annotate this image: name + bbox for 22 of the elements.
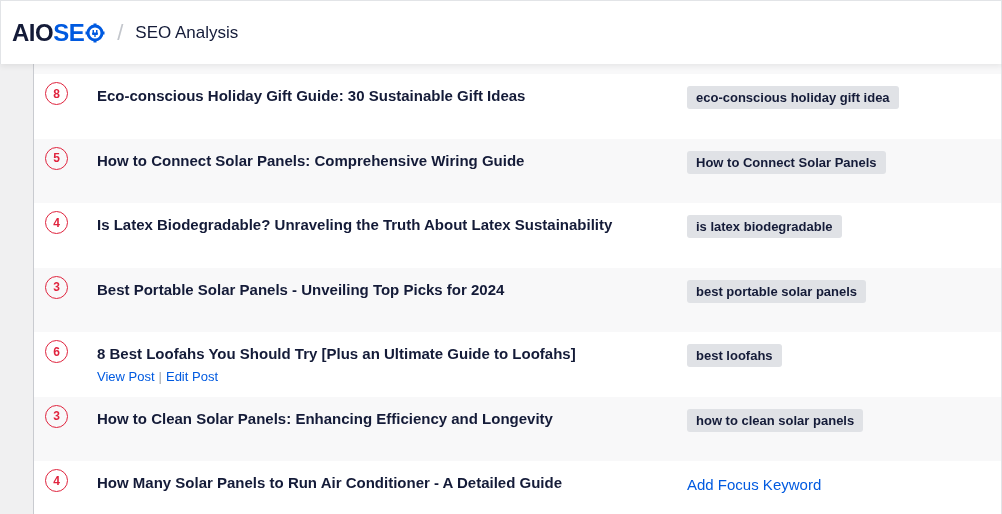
post-action-link[interactable]: View Post	[97, 369, 155, 384]
keyword-tag: how to clean solar panels	[687, 408, 864, 432]
post-title: Is Latex Biodegradable? Unraveling the Truth About Latex Sustainability	[97, 216, 613, 233]
add-keyword-link[interactable]: Add Focus Keyword	[687, 473, 822, 493]
keyword-tag: How to Connect Solar Panels	[687, 150, 886, 174]
keyword-tag: best loofahs	[687, 344, 782, 367]
post-title: Best Portable Solar Panels - Unveiling Top Picks for 2024	[97, 280, 505, 298]
post-title: How to Connect Solar Panels: Comprehensive Wiring Guide	[97, 151, 525, 169]
post-title: 8 Best Loofahs You Should Try [Plus an Ultimate Guide to Loofahs]	[97, 345, 576, 362]
action-separator: |	[158, 369, 162, 384]
logo-text: SE	[53, 18, 85, 47]
page-title: SEO Analysis	[135, 22, 239, 43]
keyword-tag: is latex biodegradable	[687, 215, 842, 238]
post-title: Eco-conscious Holiday Gift Guide: 30 Sustainable Gift Ideas	[97, 87, 526, 104]
post-action-link[interactable]: Edit Post	[165, 369, 218, 384]
keyword-tag: best portable solar panels	[687, 279, 867, 303]
keyword-tag: eco-conscious holiday gift idea	[687, 86, 899, 109]
logo-text: AIO	[12, 18, 54, 47]
post-title: How Many Solar Panels to Run Air Conditioner - A Detailed Guide	[97, 474, 563, 491]
breadcrumb-separator: /	[117, 19, 124, 46]
post-title: How to Clean Solar Panels: Enhancing Efficiency and Longevity	[97, 409, 553, 427]
gear-icon	[85, 22, 106, 43]
